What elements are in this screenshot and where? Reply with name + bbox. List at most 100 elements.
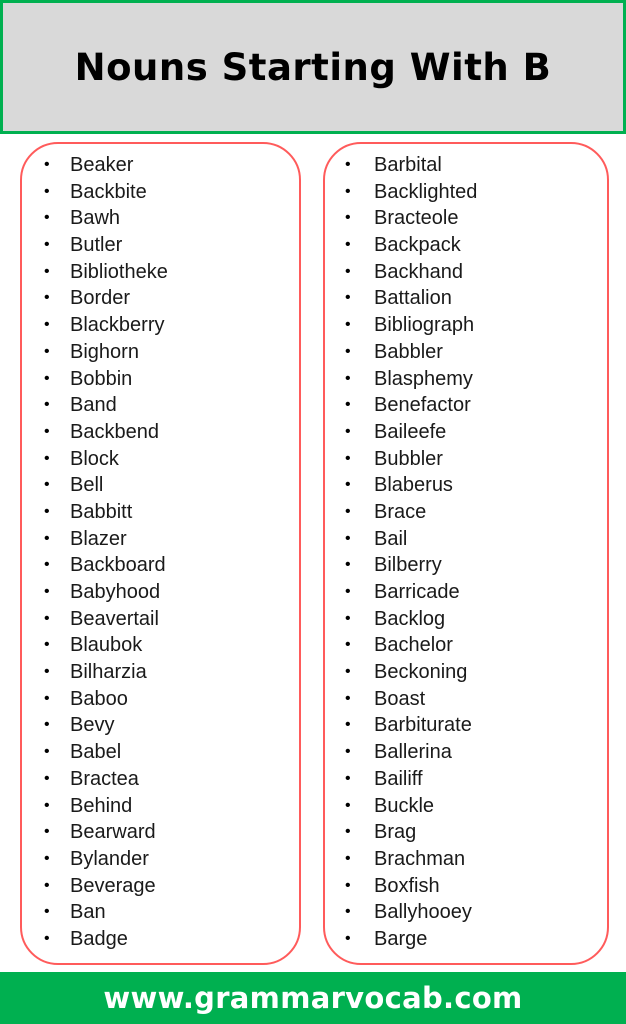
list-item: • Brace [325,499,607,526]
list-item: • Beaker [22,152,299,179]
noun-word: Babyhood [70,581,161,603]
noun-word: Bell [70,474,104,497]
list-item: • Barricade [325,579,607,606]
list-item: • Blaberus [325,472,607,499]
right-word-list: • Barbital • Backlighted • Bracteole • Backpack… [325,144,607,953]
bullet-icon: • [345,449,351,467]
noun-word: Babel [70,741,122,764]
bullet-icon: • [345,636,351,654]
noun-word: Baboo [70,687,128,710]
noun-word: Barricade [374,581,460,603]
list-item: • Brag [325,819,607,846]
noun-word: Baileefe [374,420,447,443]
list-item: • Bail [325,526,607,553]
list-item: • Babbler [325,339,607,366]
noun-word: Backlog [374,607,446,630]
bullet-icon: • [345,342,351,360]
list-item: • Baboo [22,686,299,713]
noun-word: Beverage [70,874,156,897]
bullet-icon: • [44,663,50,681]
noun-word: Beavertail [70,607,159,630]
list-item: • Buckle [325,793,607,820]
noun-word: Bearward [70,821,156,844]
list-item: • Bighorn [22,339,299,366]
bullet-icon: • [44,396,50,414]
noun-word: Brace [374,500,427,523]
list-item: • Ban [22,899,299,926]
bullet-icon: • [44,156,50,173]
noun-word: Band [70,394,117,417]
noun-word: Backbend [70,420,159,443]
bullet-icon: • [44,796,50,814]
bullet-icon: • [345,236,351,254]
bullet-icon: • [44,636,50,654]
noun-word: Barbiturate [374,714,472,737]
bullet-icon: • [345,209,351,227]
noun-word: Ballerina [374,741,452,764]
list-item: • Babyhood [22,579,299,606]
title-banner: Nouns Starting With B [0,0,626,134]
list-item: • Babel [22,739,299,766]
bullet-icon: • [345,182,351,200]
list-item: • Backboard [22,552,299,579]
list-item: • Bawh [22,205,299,232]
list-item: • Benefactor [325,392,607,419]
noun-word: Beaker [70,154,134,176]
list-item: • Blaubok [22,632,299,659]
bullet-icon: • [345,876,351,894]
list-item: • Bylander [22,846,299,873]
bullet-icon: • [345,156,351,173]
list-item: • Band [22,392,299,419]
list-item: • Boxfish [325,873,607,900]
bullet-icon: • [44,422,50,440]
list-item: • Ballerina [325,739,607,766]
bullet-icon: • [44,262,50,280]
left-word-list: • Beaker • Backbite • Bawh • Butler • Bibliotheke… [22,144,299,953]
bullet-icon: • [345,422,351,440]
left-word-list-box: • Beaker • Backbite • Bawh • Butler • Bibliotheke… [20,142,301,965]
bullet-icon: • [44,876,50,894]
bullet-icon: • [44,556,50,574]
list-item: • Brachman [325,846,607,873]
list-item: • Babbitt [22,499,299,526]
bullet-icon: • [345,556,351,574]
noun-word: Boxfish [374,874,440,897]
noun-word: Brachman [374,847,466,870]
bullet-icon: • [345,929,351,947]
list-item: • Bractea [22,766,299,793]
list-item: • Backlog [325,606,607,633]
list-item: • Blasphemy [325,366,607,393]
bullet-icon: • [345,369,351,387]
bullet-icon: • [345,583,351,600]
noun-word: Bevy [70,714,115,737]
list-item: • Beavertail [22,606,299,633]
bullet-icon: • [44,502,50,520]
list-item: • Border [22,285,299,312]
noun-word: Bracteole [374,207,459,230]
list-item: • Barbital [325,152,607,179]
noun-word: Badge [70,927,128,950]
list-item: • Bevy [22,712,299,739]
noun-word: Bilberry [374,554,442,577]
page-title: Nouns Starting With B [74,45,552,89]
bullet-icon: • [345,823,351,841]
list-item: • Backbend [22,419,299,446]
noun-word: Blazer [70,527,127,550]
bullet-icon: • [44,903,50,921]
noun-word: Battalion [374,287,452,310]
noun-word: Bawh [70,207,121,230]
list-item: • Bibliograph [325,312,607,339]
list-item: • Block [22,446,299,473]
bullet-icon: • [44,449,50,467]
noun-word: Benefactor [374,394,471,417]
noun-word: Backboard [70,554,166,577]
bullet-icon: • [345,769,351,787]
bullet-icon: • [44,236,50,254]
noun-word: Backhand [374,260,463,283]
noun-word: Bilharzia [70,661,147,684]
bullet-icon: • [44,743,50,761]
bullet-icon: • [345,663,351,681]
bullet-icon: • [44,609,50,627]
list-item: • Baileefe [325,419,607,446]
noun-word: Babbler [374,340,443,363]
